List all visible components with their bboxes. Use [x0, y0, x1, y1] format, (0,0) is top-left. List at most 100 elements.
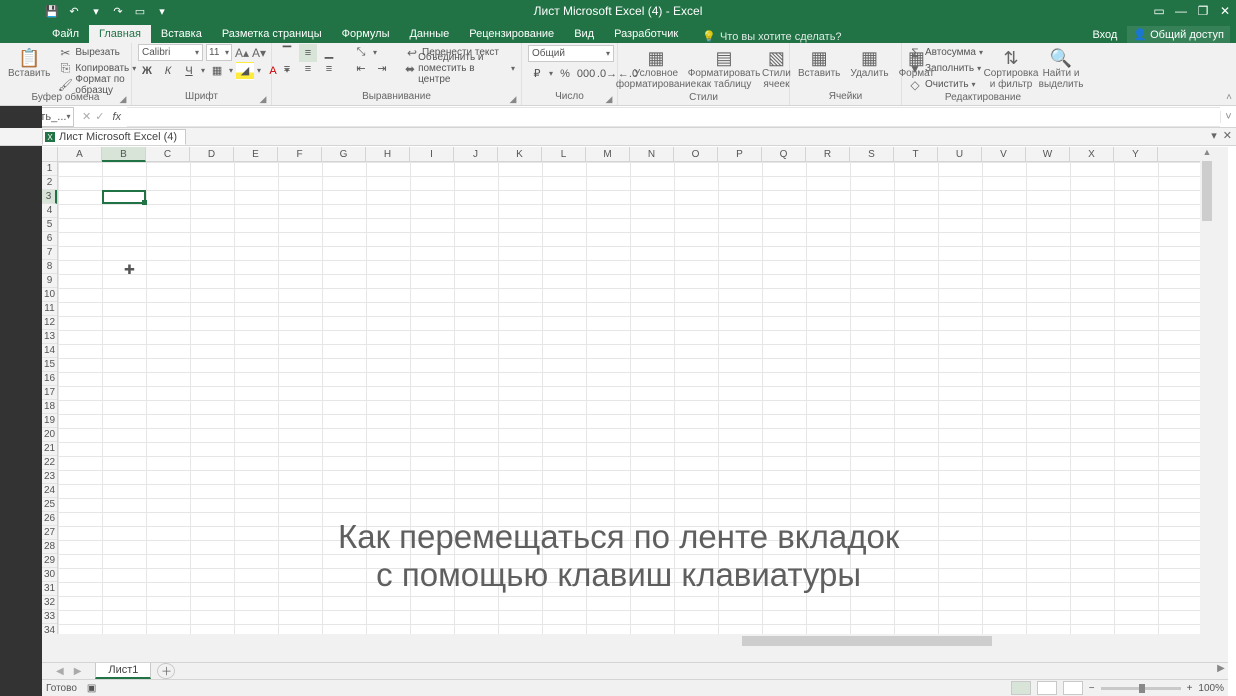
delete-cells-button[interactable]: ▦Удалить: [848, 45, 890, 82]
italic-button[interactable]: К: [159, 62, 177, 80]
vscroll-thumb[interactable]: [1202, 161, 1212, 221]
col-header-W[interactable]: W: [1026, 147, 1070, 162]
minimize-icon[interactable]: —: [1170, 0, 1192, 22]
sheet-nav-next-icon[interactable]: ▶: [74, 666, 82, 677]
close-icon[interactable]: ✕: [1214, 0, 1236, 22]
zoom-value[interactable]: 100%: [1198, 683, 1224, 694]
workbook-tab-menu-icon[interactable]: ▾: [1211, 129, 1217, 142]
view-normal-icon[interactable]: [1011, 681, 1031, 695]
touch-mode-icon[interactable]: ▭: [133, 4, 147, 18]
undo-icon[interactable]: ↶: [67, 4, 81, 18]
col-header-A[interactable]: A: [58, 147, 102, 162]
view-page-layout-icon[interactable]: [1037, 681, 1057, 695]
align-right-icon[interactable]: ≡: [320, 60, 338, 78]
row-header-4[interactable]: 4: [42, 204, 57, 218]
ribbon-options-icon[interactable]: ▭: [1148, 0, 1170, 22]
fx-icon[interactable]: fx: [112, 111, 127, 123]
col-header-Q[interactable]: Q: [762, 147, 806, 162]
zoom-out-icon[interactable]: −: [1089, 683, 1095, 694]
expand-formula-bar-icon[interactable]: ˅: [1220, 111, 1236, 123]
select-all-corner[interactable]: [42, 147, 58, 162]
workbook-tab-close-icon[interactable]: ✕: [1223, 129, 1232, 142]
col-header-N[interactable]: N: [630, 147, 674, 162]
find-select-button[interactable]: 🔍Найти и выделить: [1039, 45, 1083, 92]
column-headers[interactable]: ABCDEFGHIJKLMNOPQRSTUVWXY: [58, 147, 1214, 162]
align-center-icon[interactable]: ≡: [299, 60, 317, 78]
row-header-27[interactable]: 27: [42, 526, 57, 540]
row-header-22[interactable]: 22: [42, 456, 57, 470]
col-header-C[interactable]: C: [146, 147, 190, 162]
zoom-slider[interactable]: [1101, 687, 1181, 690]
align-left-icon[interactable]: ≡: [278, 60, 296, 78]
row-header-9[interactable]: 9: [42, 274, 57, 288]
col-header-T[interactable]: T: [894, 147, 938, 162]
tab-review[interactable]: Рецензирование: [459, 25, 564, 43]
row-header-1[interactable]: 1: [42, 162, 57, 176]
row-header-10[interactable]: 10: [42, 288, 57, 302]
row-header-3[interactable]: 3: [42, 190, 57, 204]
worksheet-grid[interactable]: ABCDEFGHIJKLMNOPQRSTUVWXY 12345678910111…: [42, 147, 1228, 662]
sheet-nav-prev-icon[interactable]: ◀: [56, 666, 64, 677]
tab-home[interactable]: Главная: [89, 25, 151, 43]
col-header-G[interactable]: G: [322, 147, 366, 162]
clear-button[interactable]: ◇Очистить ▾: [908, 77, 983, 92]
bold-button[interactable]: Ж: [138, 62, 156, 80]
underline-button[interactable]: Ч: [180, 62, 198, 80]
row-header-33[interactable]: 33: [42, 610, 57, 624]
row-header-26[interactable]: 26: [42, 512, 57, 526]
cut-button[interactable]: ✂Вырезать: [58, 45, 136, 60]
row-header-29[interactable]: 29: [42, 554, 57, 568]
save-icon[interactable]: 💾: [45, 4, 59, 18]
row-header-7[interactable]: 7: [42, 246, 57, 260]
enter-formula-icon[interactable]: ✓: [95, 110, 104, 123]
shrink-font-icon[interactable]: A▾: [252, 46, 266, 60]
add-sheet-button[interactable]: ＋: [157, 663, 175, 679]
col-header-L[interactable]: L: [542, 147, 586, 162]
fill-handle[interactable]: [142, 200, 147, 205]
borders-button[interactable]: ▦: [208, 62, 226, 80]
tab-formulas[interactable]: Формулы: [332, 25, 400, 43]
col-header-U[interactable]: U: [938, 147, 982, 162]
row-header-23[interactable]: 23: [42, 470, 57, 484]
tab-page-layout[interactable]: Разметка страницы: [212, 25, 332, 43]
workbook-tab[interactable]: X Лист Microsoft Excel (4): [42, 129, 186, 145]
row-header-30[interactable]: 30: [42, 568, 57, 582]
row-header-31[interactable]: 31: [42, 582, 57, 596]
percent-icon[interactable]: %: [556, 65, 574, 83]
comma-icon[interactable]: 000: [577, 65, 595, 83]
indent-decrease-icon[interactable]: ⇤: [352, 60, 370, 78]
col-header-R[interactable]: R: [806, 147, 850, 162]
row-headers[interactable]: 1234567891011121314151617181920212223242…: [42, 162, 58, 648]
row-header-12[interactable]: 12: [42, 316, 57, 330]
row-header-6[interactable]: 6: [42, 232, 57, 246]
row-header-18[interactable]: 18: [42, 400, 57, 414]
col-header-E[interactable]: E: [234, 147, 278, 162]
undo-dd[interactable]: ▾: [89, 4, 103, 18]
macro-record-icon[interactable]: ▣: [87, 683, 96, 694]
tab-developer[interactable]: Разработчик: [604, 25, 688, 43]
font-launcher-icon[interactable]: ◢: [258, 94, 268, 104]
merge-center-button[interactable]: ⬌Объединить и поместить в центре ▾: [405, 61, 515, 76]
col-header-F[interactable]: F: [278, 147, 322, 162]
tab-file[interactable]: Файл: [42, 25, 89, 43]
hscroll-thumb[interactable]: [742, 636, 992, 646]
font-name-combo[interactable]: Calibri▾: [138, 44, 203, 61]
row-header-16[interactable]: 16: [42, 372, 57, 386]
row-header-19[interactable]: 19: [42, 414, 57, 428]
conditional-format-button[interactable]: ▦ Условное форматирование: [624, 45, 688, 92]
col-header-V[interactable]: V: [982, 147, 1026, 162]
row-header-32[interactable]: 32: [42, 596, 57, 610]
col-header-H[interactable]: H: [366, 147, 410, 162]
sheet-tab-1[interactable]: Лист1: [95, 663, 151, 679]
col-header-J[interactable]: J: [454, 147, 498, 162]
row-header-24[interactable]: 24: [42, 484, 57, 498]
tab-insert[interactable]: Вставка: [151, 25, 212, 43]
view-page-break-icon[interactable]: [1063, 681, 1083, 695]
row-header-8[interactable]: 8: [42, 260, 57, 274]
paste-button[interactable]: 📋 Вставить: [6, 45, 52, 82]
row-header-25[interactable]: 25: [42, 498, 57, 512]
col-header-O[interactable]: O: [674, 147, 718, 162]
sort-filter-button[interactable]: ⇅Сортировка и фильтр: [989, 45, 1033, 92]
clipboard-launcher-icon[interactable]: ◢: [118, 94, 128, 104]
row-header-36[interactable]: 36: [42, 652, 57, 662]
